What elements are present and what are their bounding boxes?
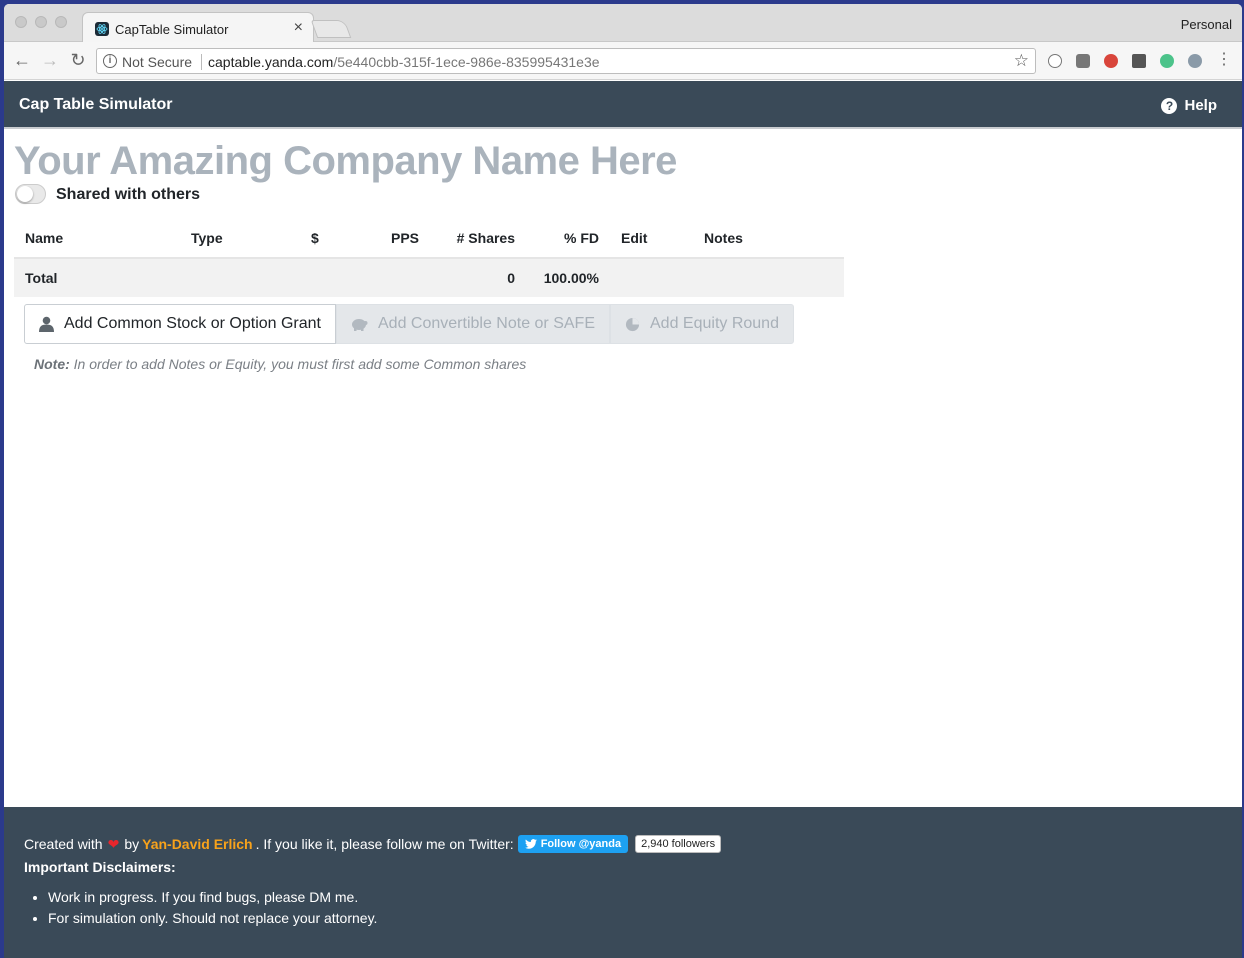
table-total-row: Total 0 100.00% xyxy=(14,258,844,297)
close-tab-icon[interactable]: × xyxy=(294,19,303,37)
company-name-title[interactable]: Your Amazing Company Name Here xyxy=(14,139,677,184)
total-label: Total xyxy=(25,270,58,286)
column-header-shares: # Shares xyxy=(430,218,526,259)
bookmark-star-icon[interactable]: ☆ xyxy=(1014,51,1029,71)
twitter-follow-button[interactable]: Follow @yanda xyxy=(517,835,629,853)
list-item: For simulation only. Should not replace … xyxy=(48,910,377,931)
total-amount xyxy=(300,258,340,297)
created-with-text: Created with xyxy=(24,836,103,852)
author-link[interactable]: Yan-David Erlich xyxy=(142,836,252,852)
add-actions-group: Add Common Stock or Option Grant Add Con… xyxy=(24,304,794,344)
tab-strip: CapTable Simulator × Personal xyxy=(4,4,1242,43)
reload-icon[interactable]: ↻ xyxy=(68,50,88,70)
add-convertible-note-button[interactable]: Add Convertible Note or SAFE xyxy=(336,304,610,344)
url-text[interactable]: captable.yanda.com/5e440cbb-315f-1ece-98… xyxy=(208,54,600,70)
profile-button[interactable]: Personal xyxy=(1181,17,1232,32)
browser-window: CapTable Simulator × Personal ← → ↻ i No… xyxy=(4,4,1242,958)
page-footer: Created with ❤ by Yan-David Erlich . If … xyxy=(4,807,1242,958)
heart-icon: ❤ xyxy=(107,835,120,852)
menu-kebab-icon[interactable]: ⋮ xyxy=(1214,50,1234,70)
disclaimers-title: Important Disclaimers: xyxy=(24,859,176,875)
total-fd: 100.00% xyxy=(543,270,599,286)
column-header-edit: Edit xyxy=(610,218,693,259)
column-header-notes: Notes xyxy=(693,218,844,259)
browser-toolbar: ← → ↻ i Not Secure captable.yanda.com/5e… xyxy=(4,42,1242,80)
shared-toggle[interactable] xyxy=(15,184,46,204)
column-header-pps: PPS xyxy=(340,218,430,259)
separator xyxy=(201,54,202,70)
total-notes xyxy=(693,258,844,297)
add-equity-round-label: Add Equity Round xyxy=(650,315,779,332)
add-convertible-note-label: Add Convertible Note or SAFE xyxy=(378,315,595,332)
follow-text: . If you like it, please follow me on Tw… xyxy=(255,836,514,852)
total-edit xyxy=(610,258,693,297)
security-label: Not Secure xyxy=(122,54,193,70)
tab-captable-simulator[interactable]: CapTable Simulator × xyxy=(82,12,314,43)
column-header-amount: $ xyxy=(300,218,340,259)
table-header-row: Name Type $ PPS # Shares % FD Edit Notes xyxy=(14,218,844,259)
toggle-knob xyxy=(17,186,33,202)
address-bar[interactable]: i Not Secure captable.yanda.com/5e440cbb… xyxy=(96,48,1036,74)
help-label: Help xyxy=(1184,97,1217,114)
pie-chart-icon xyxy=(625,317,640,332)
twitter-follow-label: Follow @yanda xyxy=(540,838,622,850)
total-type xyxy=(180,258,300,297)
extension-box-icon[interactable] xyxy=(1132,54,1146,68)
react-icon xyxy=(95,22,109,36)
disclaimers-list: Work in progress. If you find bugs, plea… xyxy=(48,889,377,931)
column-header-type: Type xyxy=(180,218,300,259)
add-common-stock-label: Add Common Stock or Option Grant xyxy=(64,315,321,332)
add-equity-round-button[interactable]: Add Equity Round xyxy=(610,304,794,344)
app-navbar: Cap Table Simulator ? Help xyxy=(4,81,1242,129)
total-pps xyxy=(340,258,430,297)
app-brand[interactable]: Cap Table Simulator xyxy=(19,96,173,114)
cap-table: Name Type $ PPS # Shares % FD Edit Notes… xyxy=(14,218,844,297)
note-text: In order to add Notes or Equity, you mus… xyxy=(69,356,527,372)
column-header-name: Name xyxy=(14,218,180,259)
add-note-hint: Note: In order to add Notes or Equity, y… xyxy=(34,356,526,372)
maximize-window-button[interactable] xyxy=(55,16,67,28)
extension-pocket-icon[interactable] xyxy=(1076,54,1090,68)
total-shares: 0 xyxy=(507,270,515,286)
add-common-stock-button[interactable]: Add Common Stock or Option Grant xyxy=(24,304,336,344)
note-label: Note: xyxy=(34,356,70,372)
piggy-bank-icon xyxy=(351,317,368,331)
user-icon xyxy=(39,316,54,332)
minimize-window-button[interactable] xyxy=(35,16,47,28)
forward-arrow-icon[interactable]: → xyxy=(40,50,60,70)
question-circle-icon: ? xyxy=(1161,97,1178,114)
twitter-bird-icon xyxy=(524,839,537,849)
help-link[interactable]: ? Help xyxy=(1161,97,1217,114)
by-text: by xyxy=(124,836,140,852)
extension-shield-icon[interactable] xyxy=(1188,54,1202,68)
footer-credits: Created with ❤ by Yan-David Erlich . If … xyxy=(24,835,722,853)
extension-red-icon[interactable] xyxy=(1104,54,1118,68)
tab-title: CapTable Simulator xyxy=(115,22,229,37)
extension-1password-icon[interactable] xyxy=(1048,54,1062,68)
info-icon[interactable]: i xyxy=(103,54,117,68)
new-tab-button[interactable] xyxy=(310,20,352,38)
shared-toggle-label: Shared with others xyxy=(56,186,201,203)
close-window-button[interactable] xyxy=(15,16,27,28)
extension-green-icon[interactable] xyxy=(1160,54,1174,68)
twitter-followers-count[interactable]: 2,940 followers xyxy=(635,835,722,853)
column-header-fd: % FD xyxy=(526,218,610,259)
back-arrow-icon[interactable]: ← xyxy=(12,50,32,70)
list-item: Work in progress. If you find bugs, plea… xyxy=(48,889,377,910)
